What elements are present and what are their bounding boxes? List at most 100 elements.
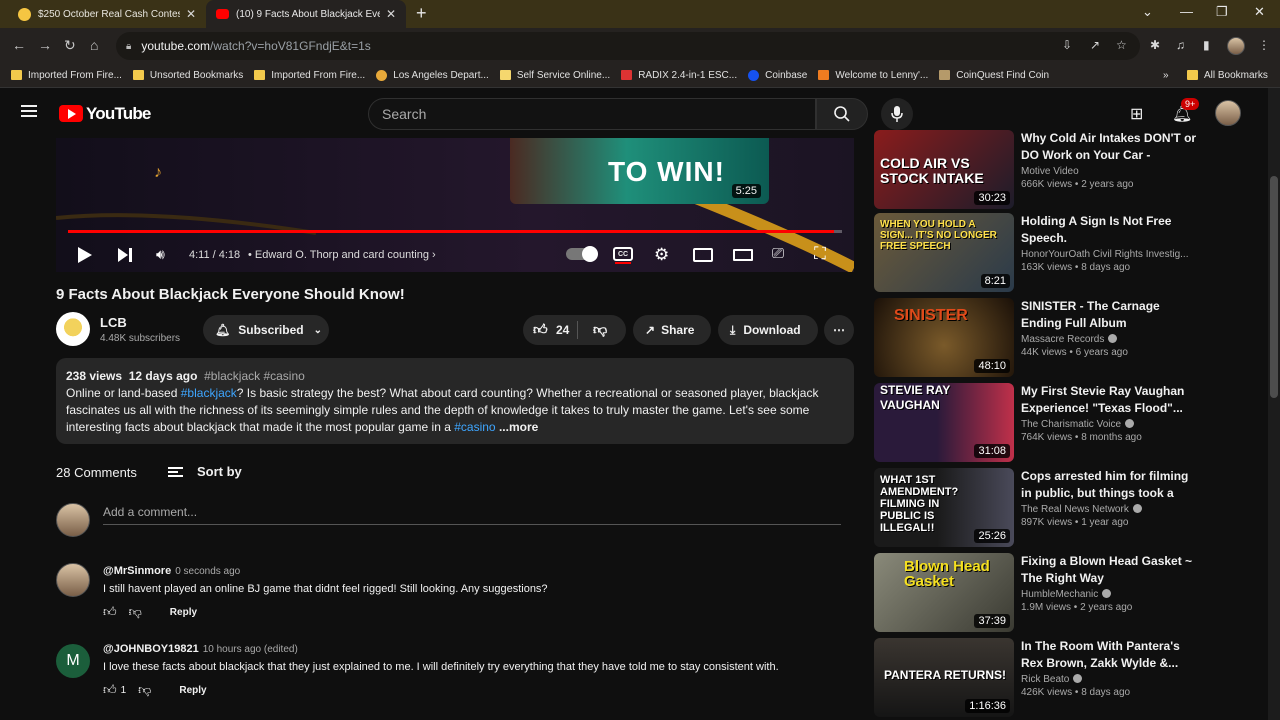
search-input[interactable]: Search [368, 98, 816, 130]
create-video-icon[interactable]: ⊞ [1130, 104, 1143, 124]
comment-avatar[interactable]: M [56, 644, 90, 678]
more-actions-button[interactable]: ⋯ [824, 315, 854, 345]
related-video-item[interactable]: WHAT 1ST AMENDMENT? FILMING IN PUBLIC IS… [874, 468, 1204, 548]
scrollbar-thumb[interactable] [1270, 176, 1278, 398]
hashtag-link-casino[interactable]: #casino [454, 420, 495, 434]
guide-menu-icon[interactable] [21, 105, 37, 117]
related-video-item[interactable]: WHEN YOU HOLD A SIGN... IT'S NO LONGER F… [874, 213, 1204, 293]
video-thumbnail[interactable]: WHEN YOU HOLD A SIGN... IT'S NO LONGER F… [874, 213, 1014, 292]
sort-by-button[interactable]: Sort by [168, 464, 242, 479]
bookmark-folder-unsorted[interactable]: Unsorted Bookmarks [132, 70, 243, 81]
share-page-icon[interactable]: ↗ [1090, 38, 1100, 52]
next-video-icon[interactable] [118, 248, 132, 262]
search-button[interactable] [816, 98, 868, 130]
install-app-icon[interactable]: ⇩ [1062, 38, 1072, 52]
page-scrollbar[interactable] [1268, 88, 1280, 720]
description-hashtags[interactable]: #blackjack #casino [204, 369, 305, 383]
youtube-logo-text[interactable]: YouTube [86, 104, 151, 124]
more-bookmarks-button[interactable]: » [1163, 70, 1169, 81]
maximize-icon[interactable]: ❐ [1216, 4, 1228, 20]
video-thumbnail[interactable]: COLD AIR VS STOCK INTAKE 30:23 [874, 130, 1014, 209]
chapter-title[interactable]: • Edward O. Thorp and card counting › [248, 249, 436, 261]
profile-avatar[interactable] [1227, 37, 1245, 55]
chrome-menu-icon[interactable]: ⋮ [1258, 38, 1270, 52]
all-bookmarks-button[interactable]: All Bookmarks [1187, 70, 1268, 81]
comment-author[interactable]: @MrSinmore [103, 565, 171, 577]
browser-tab-youtube[interactable]: (10) 9 Facts About Blackjack Eve ✕ [206, 0, 406, 28]
comment-avatar[interactable] [56, 563, 90, 597]
site-info-icon[interactable]: 🔒︎ [126, 41, 131, 52]
video-thumbnail[interactable]: STEVIE RAY VAUGHAN 31:08 [874, 383, 1014, 462]
reload-icon[interactable]: ↻ [64, 37, 76, 54]
video-duration: 48:10 [974, 359, 1010, 373]
comment-like-icon[interactable]: 👍︎ [103, 682, 117, 698]
share-button[interactable]: ↗ Share [633, 315, 711, 345]
channel-avatar[interactable] [56, 312, 90, 346]
settings-gear-icon[interactable]: ⚙︎ [654, 245, 669, 265]
tab-search-chevron-icon[interactable]: ⌄ [1142, 4, 1153, 20]
cast-icon[interactable]: ⎚ [772, 245, 784, 262]
dislike-icon[interactable]: 👎︎ [593, 321, 607, 338]
theater-mode-icon[interactable] [733, 249, 753, 261]
subtitles-button[interactable]: CC [613, 247, 633, 264]
home-icon[interactable]: ⌂ [90, 37, 98, 53]
fullscreen-icon[interactable]: ⛶ [814, 244, 826, 264]
comment-reply-button[interactable]: Reply [179, 685, 206, 696]
bookmark-lenny[interactable]: Welcome to Lenny'... [818, 70, 928, 81]
bookmark-folder-imported-1[interactable]: Imported From Fire... [11, 70, 122, 81]
comment-author[interactable]: @JOHNBOY19821 [103, 643, 199, 655]
subscribed-button[interactable]: 🔔︎ Subscribed ⌄ [203, 315, 329, 345]
video-player[interactable]: ♪ TO WIN! 5:25 🔊︎ 4:11 / 4:18 • Edward O… [56, 138, 854, 272]
add-comment-input[interactable]: Add a comment... [103, 505, 841, 525]
related-video-item[interactable]: STEVIE RAY VAUGHAN 31:08 My First Stevie … [874, 383, 1204, 463]
miniplayer-icon[interactable] [693, 248, 713, 262]
bookmark-folder-imported-2[interactable]: Imported From Fire... [254, 70, 365, 81]
media-control-icon[interactable]: ♫ [1176, 38, 1185, 52]
close-window-icon[interactable]: ✕ [1254, 4, 1265, 20]
close-tab-icon[interactable]: ✕ [186, 7, 196, 21]
download-button[interactable]: ⤓ Download [718, 315, 818, 345]
minimize-icon[interactable]: — [1180, 4, 1193, 19]
like-icon[interactable]: 👍︎ [533, 321, 548, 338]
video-thumbnail[interactable]: SINISTER 48:10 [874, 298, 1014, 377]
bookmark-coinbase[interactable]: Coinbase [748, 69, 807, 81]
close-tab-icon[interactable]: ✕ [386, 7, 396, 21]
youtube-logo-icon[interactable] [59, 105, 83, 122]
voice-search-button[interactable] [881, 98, 913, 130]
bookmark-radix[interactable]: RADIX 2.4-in-1 ESC... [621, 70, 737, 81]
endscreen-video-card[interactable]: TO WIN! 5:25 [510, 138, 769, 204]
related-video-item[interactable]: SINISTER 48:10 SINISTER - The Carnage End… [874, 298, 1204, 378]
account-avatar[interactable] [1215, 100, 1241, 126]
comment-dislike-icon[interactable]: 👎︎ [129, 604, 142, 620]
bookmark-star-icon[interactable]: ☆ [1116, 38, 1127, 52]
video-thumbnail[interactable]: Blown Head Gasket 37:39 [874, 553, 1014, 632]
bookmark-self-service[interactable]: Self Service Online... [499, 70, 610, 81]
comment-time[interactable]: 10 hours ago (edited) [203, 644, 298, 655]
related-video-item[interactable]: PANTERA RETURNS! 1:16:36 In The Room With… [874, 638, 1204, 718]
description-box[interactable]: 238 views 12 days ago #blackjack #casino… [56, 358, 854, 444]
back-icon[interactable]: ← [12, 37, 26, 53]
autoplay-toggle[interactable] [566, 246, 598, 262]
address-bar[interactable]: 🔒︎ youtube.com/watch?v=hoV81GFndjE&t=1s [116, 32, 1140, 60]
video-thumbnail[interactable]: PANTERA RETURNS! 1:16:36 [874, 638, 1014, 717]
extensions-icon[interactable]: ✱ [1150, 38, 1160, 52]
hashtag-link-blackjack[interactable]: #blackjack [181, 386, 237, 400]
video-thumbnail[interactable]: WHAT 1ST AMENDMENT? FILMING IN PUBLIC IS… [874, 468, 1014, 547]
bookmark-coinquest[interactable]: CoinQuest Find Coin [939, 70, 1049, 81]
bookmark-la-dept[interactable]: Los Angeles Depart... [376, 69, 489, 81]
channel-name[interactable]: LCB [100, 315, 127, 330]
comment-time[interactable]: 0 seconds ago [175, 566, 240, 577]
new-tab-icon[interactable]: + [416, 3, 427, 24]
side-panel-icon[interactable]: ▮ [1203, 38, 1210, 52]
related-video-item[interactable]: Blown Head Gasket 37:39 Fixing a Blown He… [874, 553, 1204, 633]
progress-bar[interactable] [68, 230, 842, 233]
related-video-item[interactable]: COLD AIR VS STOCK INTAKE 30:23 Why Cold A… [874, 130, 1204, 210]
comment-like-icon[interactable]: 👍︎ [103, 604, 117, 620]
forward-icon[interactable]: → [38, 37, 52, 53]
volume-icon[interactable]: 🔊︎ [156, 246, 165, 263]
play-icon[interactable] [78, 247, 92, 263]
show-more-link[interactable]: ...more [499, 420, 538, 434]
comment-dislike-icon[interactable]: 👎︎ [138, 682, 151, 698]
browser-tab-contest[interactable]: $250 October Real Cash Contest ✕ [8, 0, 206, 28]
comment-reply-button[interactable]: Reply [170, 607, 197, 618]
